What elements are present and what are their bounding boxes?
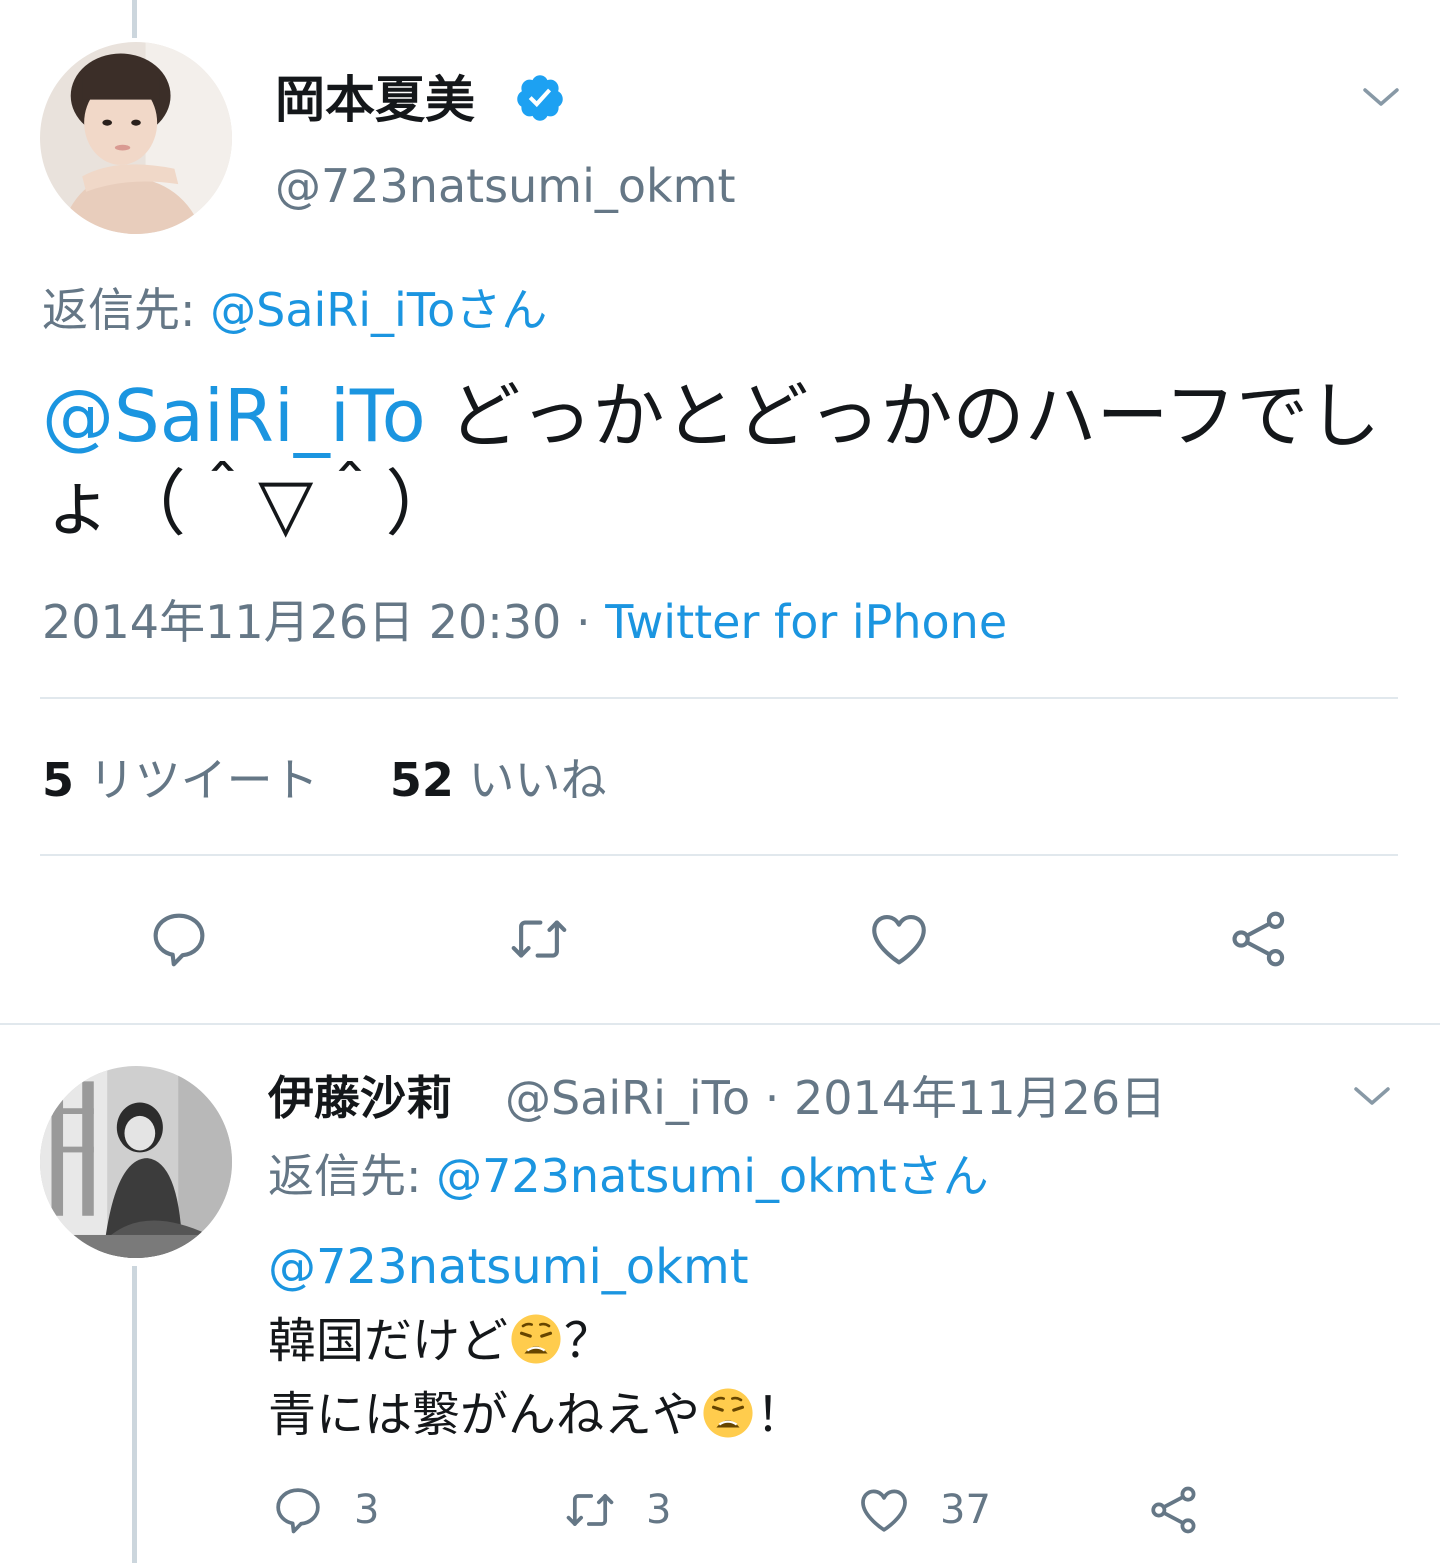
retweet-label: リツイート <box>88 753 319 807</box>
reply-to-link[interactable]: @SaiRi_iToさん <box>210 283 547 337</box>
retweet-stat[interactable]: 5 リツイート <box>42 753 319 807</box>
section-divider <box>0 1023 1440 1025</box>
reply-like-button[interactable]: 37 <box>856 1480 991 1540</box>
mention-link[interactable]: @SaiRi_iTo <box>42 374 426 458</box>
thread-connector-bottom <box>132 1266 137 1563</box>
reply-to-line: 返信先: @SaiRi_iToさん <box>42 282 547 338</box>
retweet-icon <box>511 920 567 958</box>
reply-reply-button[interactable]: 3 <box>270 1480 379 1540</box>
weary-face-emoji <box>702 1387 754 1439</box>
retweet-button[interactable] <box>506 906 572 972</box>
retweet-count: 5 <box>42 753 75 807</box>
reply-text: @723natsumi_okmt 韓国だけど ？ 青には繋がんねえや ！ <box>268 1230 804 1452</box>
author-handle[interactable]: @723natsumi_okmt <box>275 158 736 214</box>
chevron-down-icon[interactable] <box>1352 1085 1392 1109</box>
share-button[interactable] <box>1226 906 1292 972</box>
like-icon <box>861 1489 907 1532</box>
reply-icon <box>276 1488 320 1534</box>
like-label: いいね <box>468 753 607 807</box>
author-avatar[interactable] <box>40 42 232 234</box>
reply-icon <box>153 913 205 967</box>
chevron-down-icon[interactable] <box>1361 86 1401 110</box>
like-count: 37 <box>940 1487 991 1533</box>
reply-line-2-end: ！ <box>756 1387 805 1443</box>
like-stat[interactable]: 52 いいね <box>390 753 607 807</box>
reply-count: 3 <box>354 1487 380 1533</box>
tweet-source-link[interactable]: Twitter for iPhone <box>605 595 1007 649</box>
meta-separator: · <box>561 595 606 649</box>
mention-link[interactable]: @723natsumi_okmt <box>268 1230 804 1304</box>
reply-button[interactable] <box>146 906 212 972</box>
like-button[interactable] <box>866 906 932 972</box>
tweet-timestamp[interactable]: 2014年11月26日 20:30 <box>42 595 561 649</box>
tweet-stats: 5 リツイート 52 いいね <box>42 752 607 808</box>
reply-line-2: 青には繋がんねえや <box>268 1387 701 1443</box>
share-icon <box>1232 911 1285 967</box>
reply-author-avatar[interactable] <box>40 1066 232 1258</box>
weary-face-emoji <box>510 1313 562 1365</box>
reply-share-button[interactable] <box>1146 1480 1202 1540</box>
retweet-count: 3 <box>646 1487 672 1533</box>
author-name[interactable]: 岡本夏美 <box>275 70 475 130</box>
reply-author-name[interactable]: 伊藤沙莉 <box>268 1070 452 1126</box>
reply-line-1: 韓国だけど <box>268 1313 509 1369</box>
retweet-icon <box>566 1494 614 1526</box>
divider <box>40 854 1398 856</box>
tweet-text: @SaiRi_iTo どっかとどっかのハーフでしょ（＾▽＾） <box>42 372 1412 548</box>
divider <box>40 697 1398 699</box>
share-icon <box>1151 1486 1196 1534</box>
reply-line-1-end: ？ <box>564 1313 613 1369</box>
reply-header-meta[interactable]: @SaiRi_iTo · 2014年11月26日 <box>505 1070 1166 1126</box>
reply-text-line: 韓国だけど ？ <box>268 1304 804 1378</box>
reply-to-prefix: 返信先: <box>268 1149 437 1203</box>
tweet-meta: 2014年11月26日 20:30 · Twitter for iPhone <box>42 594 1007 650</box>
reply-text-line: 青には繋がんねえや ！ <box>268 1378 804 1452</box>
reply-to-line: 返信先: @723natsumi_okmtさん <box>268 1148 989 1204</box>
verified-badge-icon <box>517 75 563 121</box>
like-count: 52 <box>389 753 454 807</box>
thread-connector-top <box>132 0 137 38</box>
reply-to-prefix: 返信先: <box>42 283 211 337</box>
reply-retweet-button[interactable]: 3 <box>562 1480 671 1540</box>
reply-to-link[interactable]: @723natsumi_okmtさん <box>436 1149 989 1203</box>
like-icon <box>872 914 926 965</box>
